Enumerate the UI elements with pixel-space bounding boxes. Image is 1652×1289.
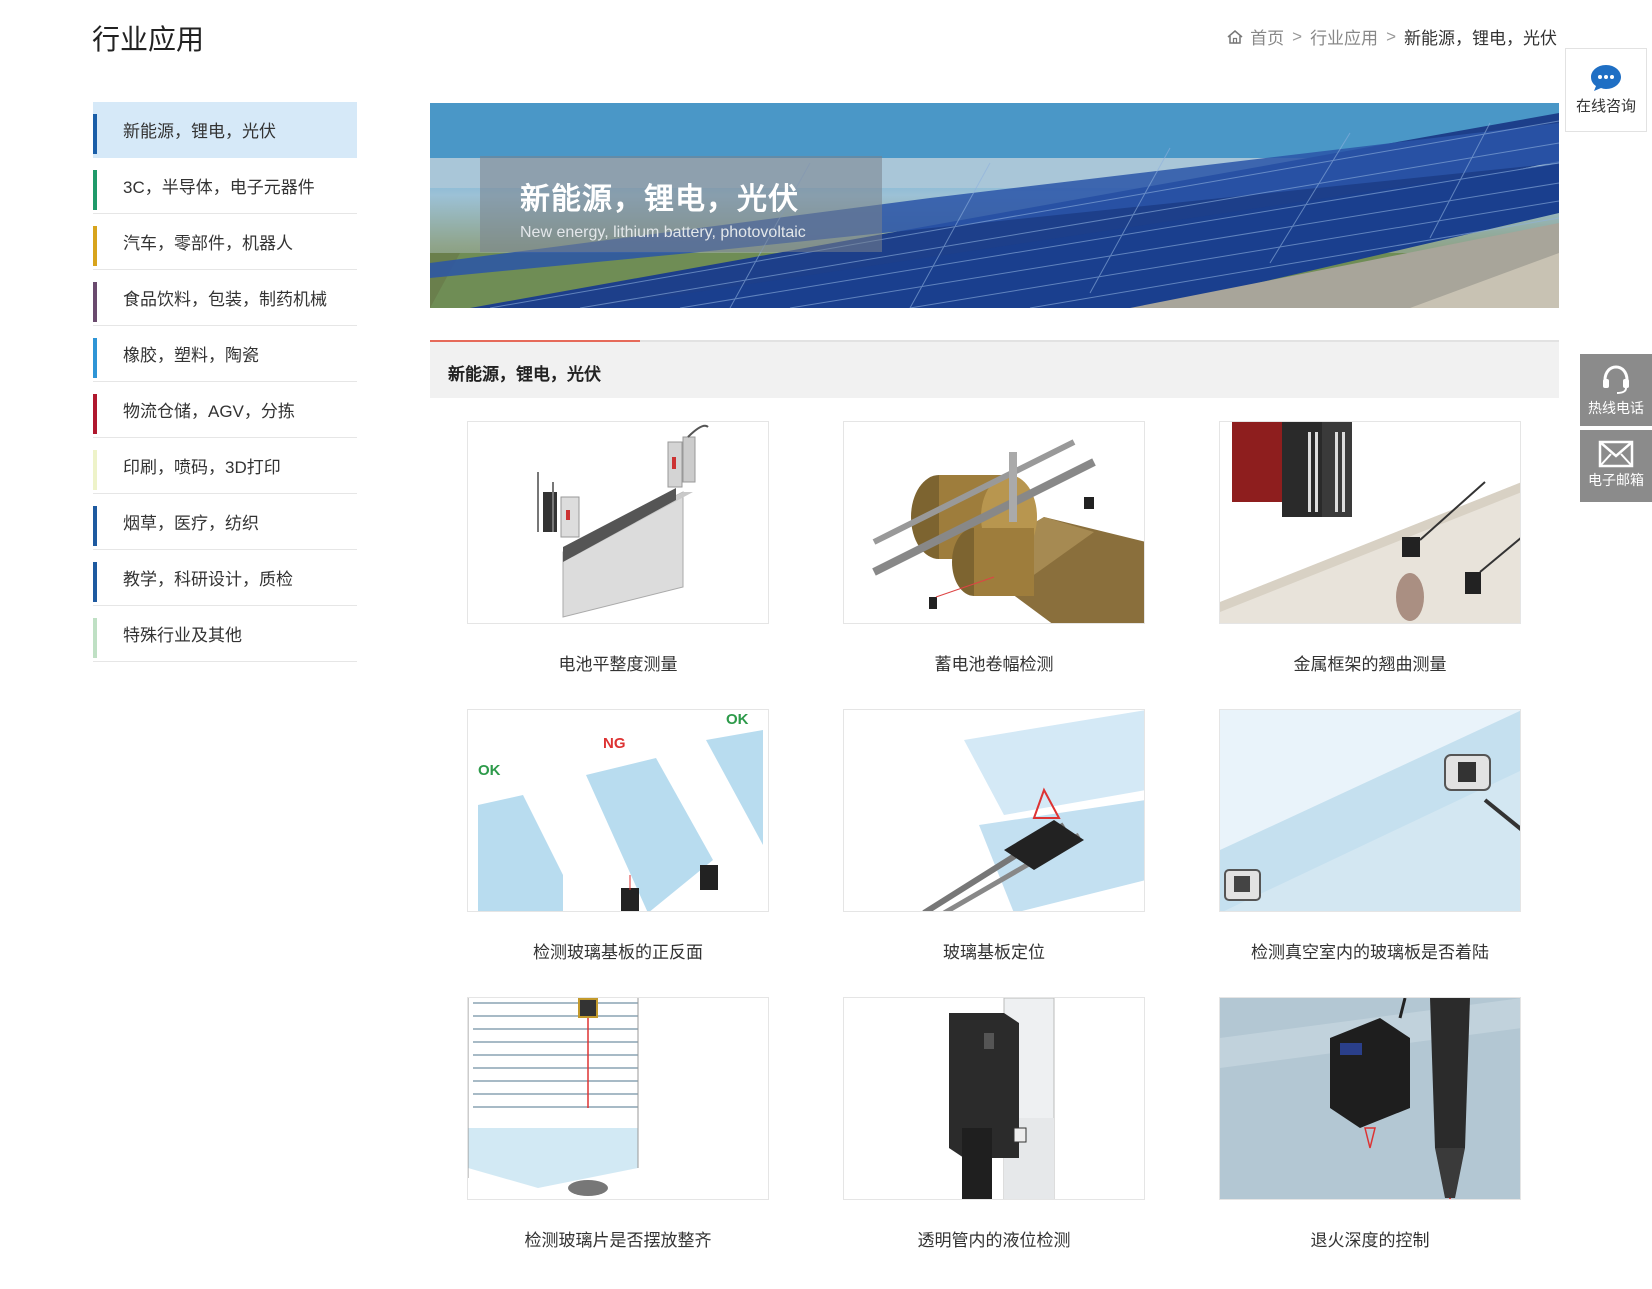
headset-icon xyxy=(1603,365,1629,394)
banner-subtitle: New energy, lithium battery, photovoltai… xyxy=(520,224,806,241)
sidebar-item-color-bar xyxy=(93,170,97,210)
banner-caption-box: 新能源，锂电，光伏 New energy, lithium battery, p… xyxy=(480,156,882,252)
sidebar-item-label: 物流仓储，AGV，分拣 xyxy=(123,402,295,421)
card-image[interactable] xyxy=(843,421,1145,624)
sidebar-item-color-bar xyxy=(93,394,97,434)
sidebar-item-label: 新能源，锂电，光伏 xyxy=(123,122,276,141)
breadcrumb: 首页 > 行业应用 > 新能源，锂电，光伏 xyxy=(1226,24,1557,49)
sidebar-item-color-bar xyxy=(93,226,97,266)
card-image[interactable] xyxy=(843,997,1145,1200)
card-caption[interactable]: 检测真空室内的玻璃板是否着陆 xyxy=(1219,938,1521,963)
card-image[interactable] xyxy=(1219,421,1521,624)
glass-rack-image xyxy=(468,998,639,1196)
card-caption[interactable]: 退火深度的控制 xyxy=(1219,1226,1521,1251)
banner: 新能源，锂电，光伏 New energy, lithium battery, p… xyxy=(430,103,1559,308)
card-caption[interactable]: 玻璃基板定位 xyxy=(843,938,1145,963)
application-card[interactable]: 透明管内的液位检测 xyxy=(843,997,1145,1251)
tube-level-image xyxy=(949,998,1055,1199)
sidebar-item-color-bar xyxy=(93,338,97,378)
card-image[interactable] xyxy=(467,997,769,1200)
card-image[interactable]: OK NG OK xyxy=(467,709,769,912)
breadcrumb-separator: > xyxy=(1292,26,1303,46)
application-card[interactable]: 检测真空室内的玻璃板是否着陆 xyxy=(1219,709,1521,963)
breadcrumb-separator: > xyxy=(1386,26,1396,46)
sidebar-item-label: 印刷，喷码，3D打印 xyxy=(123,458,281,477)
card-caption[interactable]: 检测玻璃基板的正反面 xyxy=(467,938,769,963)
sidebar-item[interactable]: 食品饮料，包装，制药机械 xyxy=(93,270,357,326)
sidebar-item[interactable]: 汽车，零部件，机器人 xyxy=(93,214,357,270)
card-caption[interactable]: 电池平整度测量 xyxy=(467,650,769,675)
roll-width-image xyxy=(872,439,1144,623)
sidebar-item-color-bar xyxy=(93,282,97,322)
card-caption[interactable]: 金属框架的翘曲测量 xyxy=(1219,650,1521,675)
sidebar-item[interactable]: 教学，科研设计，质检 xyxy=(93,550,357,606)
application-card[interactable]: 退火深度的控制 xyxy=(1219,997,1521,1251)
sidebar-item-color-bar xyxy=(93,506,97,546)
hotline-button[interactable]: 热线电话 xyxy=(1580,354,1652,426)
application-card[interactable]: OK NG OK 检测玻璃基板的正反面 xyxy=(467,709,769,963)
breadcrumb-current: 新能源，锂电，光伏 xyxy=(1404,29,1557,48)
sidebar-item[interactable]: 物流仓储，AGV，分拣 xyxy=(93,382,357,438)
application-card[interactable]: 蓄电池卷幅检测 xyxy=(843,421,1145,675)
sidebar-item-color-bar xyxy=(93,114,97,154)
sidebar-nav: 新能源，锂电，光伏 3C，半导体，电子元器件 汽车，零部件，机器人食品饮料，包装，制… xyxy=(93,102,357,662)
application-card[interactable]: 金属框架的翘曲测量 xyxy=(1219,421,1521,675)
battery-sensor-image xyxy=(537,424,709,618)
card-image[interactable] xyxy=(1219,997,1521,1200)
card-caption[interactable]: 透明管内的液位检测 xyxy=(843,1226,1145,1251)
banner-title: 新能源，锂电，光伏 xyxy=(520,183,799,216)
sidebar-item-label: 3C，半导体，电子元器件 xyxy=(123,178,315,197)
card-caption[interactable]: 检测玻璃片是否摆放整齐 xyxy=(467,1226,769,1251)
sidebar-item[interactable]: 3C，半导体，电子元器件 xyxy=(93,158,357,214)
email-label: 电子邮箱 xyxy=(1588,472,1644,488)
ok-label-left: OK xyxy=(478,762,501,779)
chat-icon xyxy=(1591,65,1621,91)
page-title: 行业应用 xyxy=(92,24,205,55)
sidebar-item[interactable]: 特殊行业及其他 xyxy=(93,606,357,662)
online-consult-label: 在线咨询 xyxy=(1575,98,1636,115)
ok-label-right: OK xyxy=(726,711,749,728)
vacuum-glass-image xyxy=(1220,710,1520,911)
sidebar-item-color-bar xyxy=(93,450,97,490)
section-header: 新能源，锂电，光伏 xyxy=(430,340,1559,398)
section-title: 新能源，锂电，光伏 xyxy=(448,365,601,384)
sidebar-item-label: 烟草，医疗，纺织 xyxy=(123,514,259,533)
ng-label: NG xyxy=(603,735,626,752)
card-caption[interactable]: 蓄电池卷幅检测 xyxy=(843,650,1145,675)
anneal-depth-image xyxy=(1220,998,1520,1199)
email-button[interactable]: 电子邮箱 xyxy=(1580,430,1652,502)
home-icon[interactable] xyxy=(1226,28,1244,46)
online-consult-button[interactable]: 在线咨询 xyxy=(1565,48,1647,132)
mail-icon xyxy=(1598,440,1634,468)
sidebar-item[interactable]: 印刷，喷码，3D打印 xyxy=(93,438,357,494)
application-card[interactable]: 电池平整度测量 xyxy=(467,421,769,675)
sidebar-item-color-bar xyxy=(93,562,97,602)
sidebar-item-label: 食品饮料，包装，制药机械 xyxy=(123,290,327,309)
card-image[interactable] xyxy=(467,421,769,624)
card-image[interactable] xyxy=(843,709,1145,912)
sidebar-item[interactable]: 橡胶，塑料，陶瓷 xyxy=(93,326,357,382)
breadcrumb-industry[interactable]: 行业应用 xyxy=(1310,24,1378,49)
sidebar-item-label: 橡胶，塑料，陶瓷 xyxy=(123,346,259,365)
glass-position-image xyxy=(922,710,1144,911)
glass-side-image: OK NG OK xyxy=(478,711,763,911)
sidebar-item[interactable]: 烟草，医疗，纺织 xyxy=(93,494,357,550)
section-accent-line xyxy=(430,340,640,342)
sidebar-item-color-bar xyxy=(93,618,97,658)
metal-frame-image xyxy=(1220,422,1520,623)
sidebar-item-label: 特殊行业及其他 xyxy=(123,626,242,645)
sidebar-item-label: 汽车，零部件，机器人 xyxy=(123,234,293,253)
card-image[interactable] xyxy=(1219,709,1521,912)
breadcrumb-home[interactable]: 首页 xyxy=(1250,24,1284,49)
sidebar-item[interactable]: 新能源，锂电，光伏 xyxy=(93,102,357,158)
application-card[interactable]: 玻璃基板定位 xyxy=(843,709,1145,963)
application-card[interactable]: 检测玻璃片是否摆放整齐 xyxy=(467,997,769,1251)
sidebar-item-label: 教学，科研设计，质检 xyxy=(123,570,293,589)
hotline-label: 热线电话 xyxy=(1588,400,1644,416)
